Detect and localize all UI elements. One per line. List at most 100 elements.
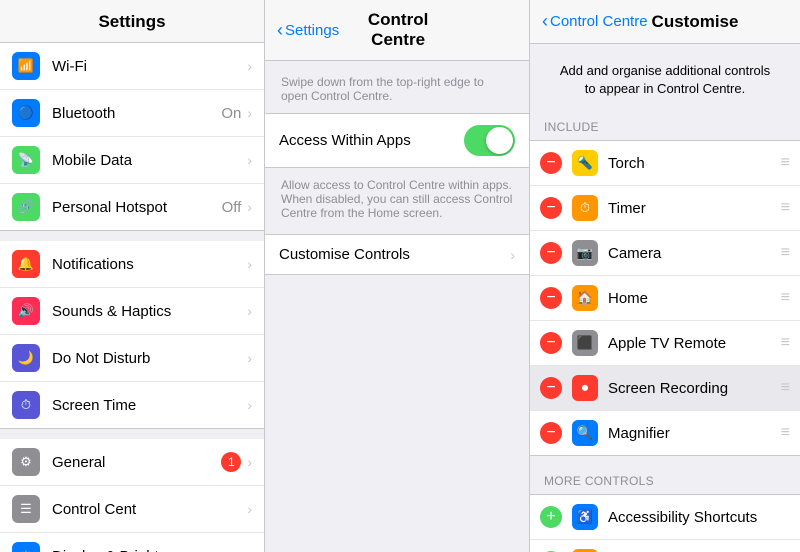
settings-item-general[interactable]: ⚙General1› xyxy=(0,439,264,486)
controlcent-icon: ☰ xyxy=(12,495,40,523)
timer-label: Timer xyxy=(608,200,775,217)
general-chevron: › xyxy=(247,454,252,470)
settings-item-mobiledata[interactable]: 📡 Mobile Data› xyxy=(0,137,264,184)
include-row-torch[interactable]: −🔦Torch≡ xyxy=(530,141,800,186)
right-title: Customise xyxy=(652,12,739,32)
customise-controls-label: Customise Controls xyxy=(279,246,510,263)
right-back-label: Control Centre xyxy=(550,13,648,30)
magnifier-drag-handle[interactable]: ≡ xyxy=(781,424,790,442)
remove-btn-camera[interactable]: − xyxy=(540,242,562,264)
remove-btn-torch[interactable]: − xyxy=(540,152,562,174)
right-content: Add and organise additional controls to … xyxy=(530,44,800,552)
display-label: Display & Brightness xyxy=(52,548,247,552)
access-within-apps-section: Access Within Apps xyxy=(265,113,529,168)
hotspot-value: Off xyxy=(222,199,242,216)
bluetooth-chevron: › xyxy=(247,105,252,121)
middle-nav-header: ‹ Settings Control Centre xyxy=(265,0,529,61)
remove-btn-home[interactable]: − xyxy=(540,287,562,309)
timer-drag-handle[interactable]: ≡ xyxy=(781,199,790,217)
dnd-label: Do Not Disturb xyxy=(52,350,247,367)
appletv-drag-handle[interactable]: ≡ xyxy=(781,334,790,352)
settings-item-display[interactable]: ☀Display & Brightness› xyxy=(0,533,264,552)
hotspot-chevron: › xyxy=(247,199,252,215)
include-row-camera[interactable]: −📷Camera≡ xyxy=(530,231,800,276)
right-hint: Add and organise additional controls to … xyxy=(530,44,800,112)
right-back-button[interactable]: ‹ Control Centre xyxy=(542,11,648,32)
display-chevron: › xyxy=(247,548,252,552)
general-badge: 1 xyxy=(221,452,241,472)
hotspot-icon: 🔗 xyxy=(12,193,40,221)
settings-item-controlcent[interactable]: ☰Control Cent› xyxy=(0,486,264,533)
notifications-chevron: › xyxy=(247,256,252,272)
accessibility-label: Accessibility Shortcuts xyxy=(608,509,790,526)
screentime-chevron: › xyxy=(247,397,252,413)
settings-item-bluetooth[interactable]: 🔵BluetoothOn› xyxy=(0,90,264,137)
remove-btn-timer[interactable]: − xyxy=(540,197,562,219)
torch-drag-handle[interactable]: ≡ xyxy=(781,154,790,172)
middle-hint: Swipe down from the top-right edge to op… xyxy=(265,61,529,113)
sounds-label: Sounds & Haptics xyxy=(52,303,247,320)
customise-controls-row[interactable]: Customise Controls › xyxy=(265,235,529,274)
left-panel: Settings 📶Wi-Fi›🔵BluetoothOn›📡Mobile Dat… xyxy=(0,0,265,552)
mobiledata-icon: 📡 xyxy=(12,146,40,174)
more-section: +♿Accessibility Shortcuts+⏰Alarm+🚗Do Not… xyxy=(530,494,800,552)
screentime-label: Screen Time xyxy=(52,397,247,414)
mobiledata-chevron: › xyxy=(247,152,252,168)
middle-back-button[interactable]: ‹ Settings xyxy=(277,20,339,41)
home-label: Home xyxy=(608,290,775,307)
access-within-apps-toggle[interactable] xyxy=(464,125,515,156)
home-icon: 🏠 xyxy=(572,285,598,311)
include-row-magnifier[interactable]: −🔍 Magnifier ≡ xyxy=(530,411,800,455)
settings-item-wifi[interactable]: 📶Wi-Fi› xyxy=(0,43,264,90)
toggle-knob xyxy=(486,127,513,154)
include-row-timer[interactable]: −⏱ Timer ≡ xyxy=(530,186,800,231)
include-row-home[interactable]: −🏠 Home ≡ xyxy=(530,276,800,321)
middle-back-label: Settings xyxy=(285,22,339,39)
notifications-icon: 🔔 xyxy=(12,250,40,278)
right-back-icon: ‹ xyxy=(542,11,548,32)
wifi-chevron: › xyxy=(247,58,252,74)
remove-btn-appletv[interactable]: − xyxy=(540,332,562,354)
wifi-label: Wi-Fi xyxy=(52,58,247,75)
more-controls-label: MORE CONTROLS xyxy=(530,466,800,494)
magnifier-label: Magnifier xyxy=(608,425,775,442)
include-section-label: INCLUDE xyxy=(530,112,800,140)
bluetooth-value: On xyxy=(221,105,241,122)
include-row-screenrecording[interactable]: −⏺Screen Recording≡ xyxy=(530,366,800,411)
customise-controls-section: Customise Controls › xyxy=(265,234,529,275)
right-nav-header: ‹ Control Centre Customise xyxy=(530,0,800,44)
back-icon: ‹ xyxy=(277,20,283,41)
torch-icon: 🔦 xyxy=(572,150,598,176)
magnifier-icon: 🔍 xyxy=(572,420,598,446)
more-row-accessibility[interactable]: +♿Accessibility Shortcuts xyxy=(530,495,800,540)
timer-icon: ⏱ xyxy=(572,195,598,221)
mobiledata-label: Mobile Data xyxy=(52,152,247,169)
controlcent-label: Control Cent xyxy=(52,501,247,518)
remove-btn-magnifier[interactable]: − xyxy=(540,422,562,444)
settings-item-notifications[interactable]: 🔔 Notifications› xyxy=(0,241,264,288)
include-section: −🔦Torch≡−⏱Timer≡−📷Camera≡−🏠Home≡−⬛Apple … xyxy=(530,140,800,456)
camera-drag-handle[interactable]: ≡ xyxy=(781,244,790,262)
screenrecording-icon: ⏺ xyxy=(572,375,598,401)
dnd-chevron: › xyxy=(247,350,252,366)
screenrecording-drag-handle[interactable]: ≡ xyxy=(781,379,790,397)
dnd-icon: 🌙 xyxy=(12,344,40,372)
access-hint: Allow access to Control Centre within ap… xyxy=(265,178,529,234)
settings-item-screentime[interactable]: ⏱ Screen Time› xyxy=(0,382,264,428)
settings-item-hotspot[interactable]: 🔗 Personal HotspotOff › xyxy=(0,184,264,230)
home-drag-handle[interactable]: ≡ xyxy=(781,289,790,307)
right-panel: ‹ Control Centre Customise Add and organ… xyxy=(530,0,800,552)
sounds-icon: 🔊 xyxy=(12,297,40,325)
hotspot-label: Personal Hotspot xyxy=(52,199,222,216)
notifications-label: Notifications xyxy=(52,256,247,273)
middle-panel: ‹ Settings Control Centre Swipe down fro… xyxy=(265,0,530,552)
appletv-label: Apple TV Remote xyxy=(608,335,775,352)
more-row-alarm[interactable]: +⏰Alarm xyxy=(530,540,800,552)
settings-item-dnd[interactable]: 🌙 Do Not Disturb› xyxy=(0,335,264,382)
settings-item-sounds[interactable]: 🔊Sounds & Haptics› xyxy=(0,288,264,335)
screentime-icon: ⏱ xyxy=(12,391,40,419)
access-within-apps-row[interactable]: Access Within Apps xyxy=(265,114,529,167)
include-row-appletv[interactable]: −⬛Apple TV Remote≡ xyxy=(530,321,800,366)
add-btn-accessibility[interactable]: + xyxy=(540,506,562,528)
remove-btn-screenrecording[interactable]: − xyxy=(540,377,562,399)
